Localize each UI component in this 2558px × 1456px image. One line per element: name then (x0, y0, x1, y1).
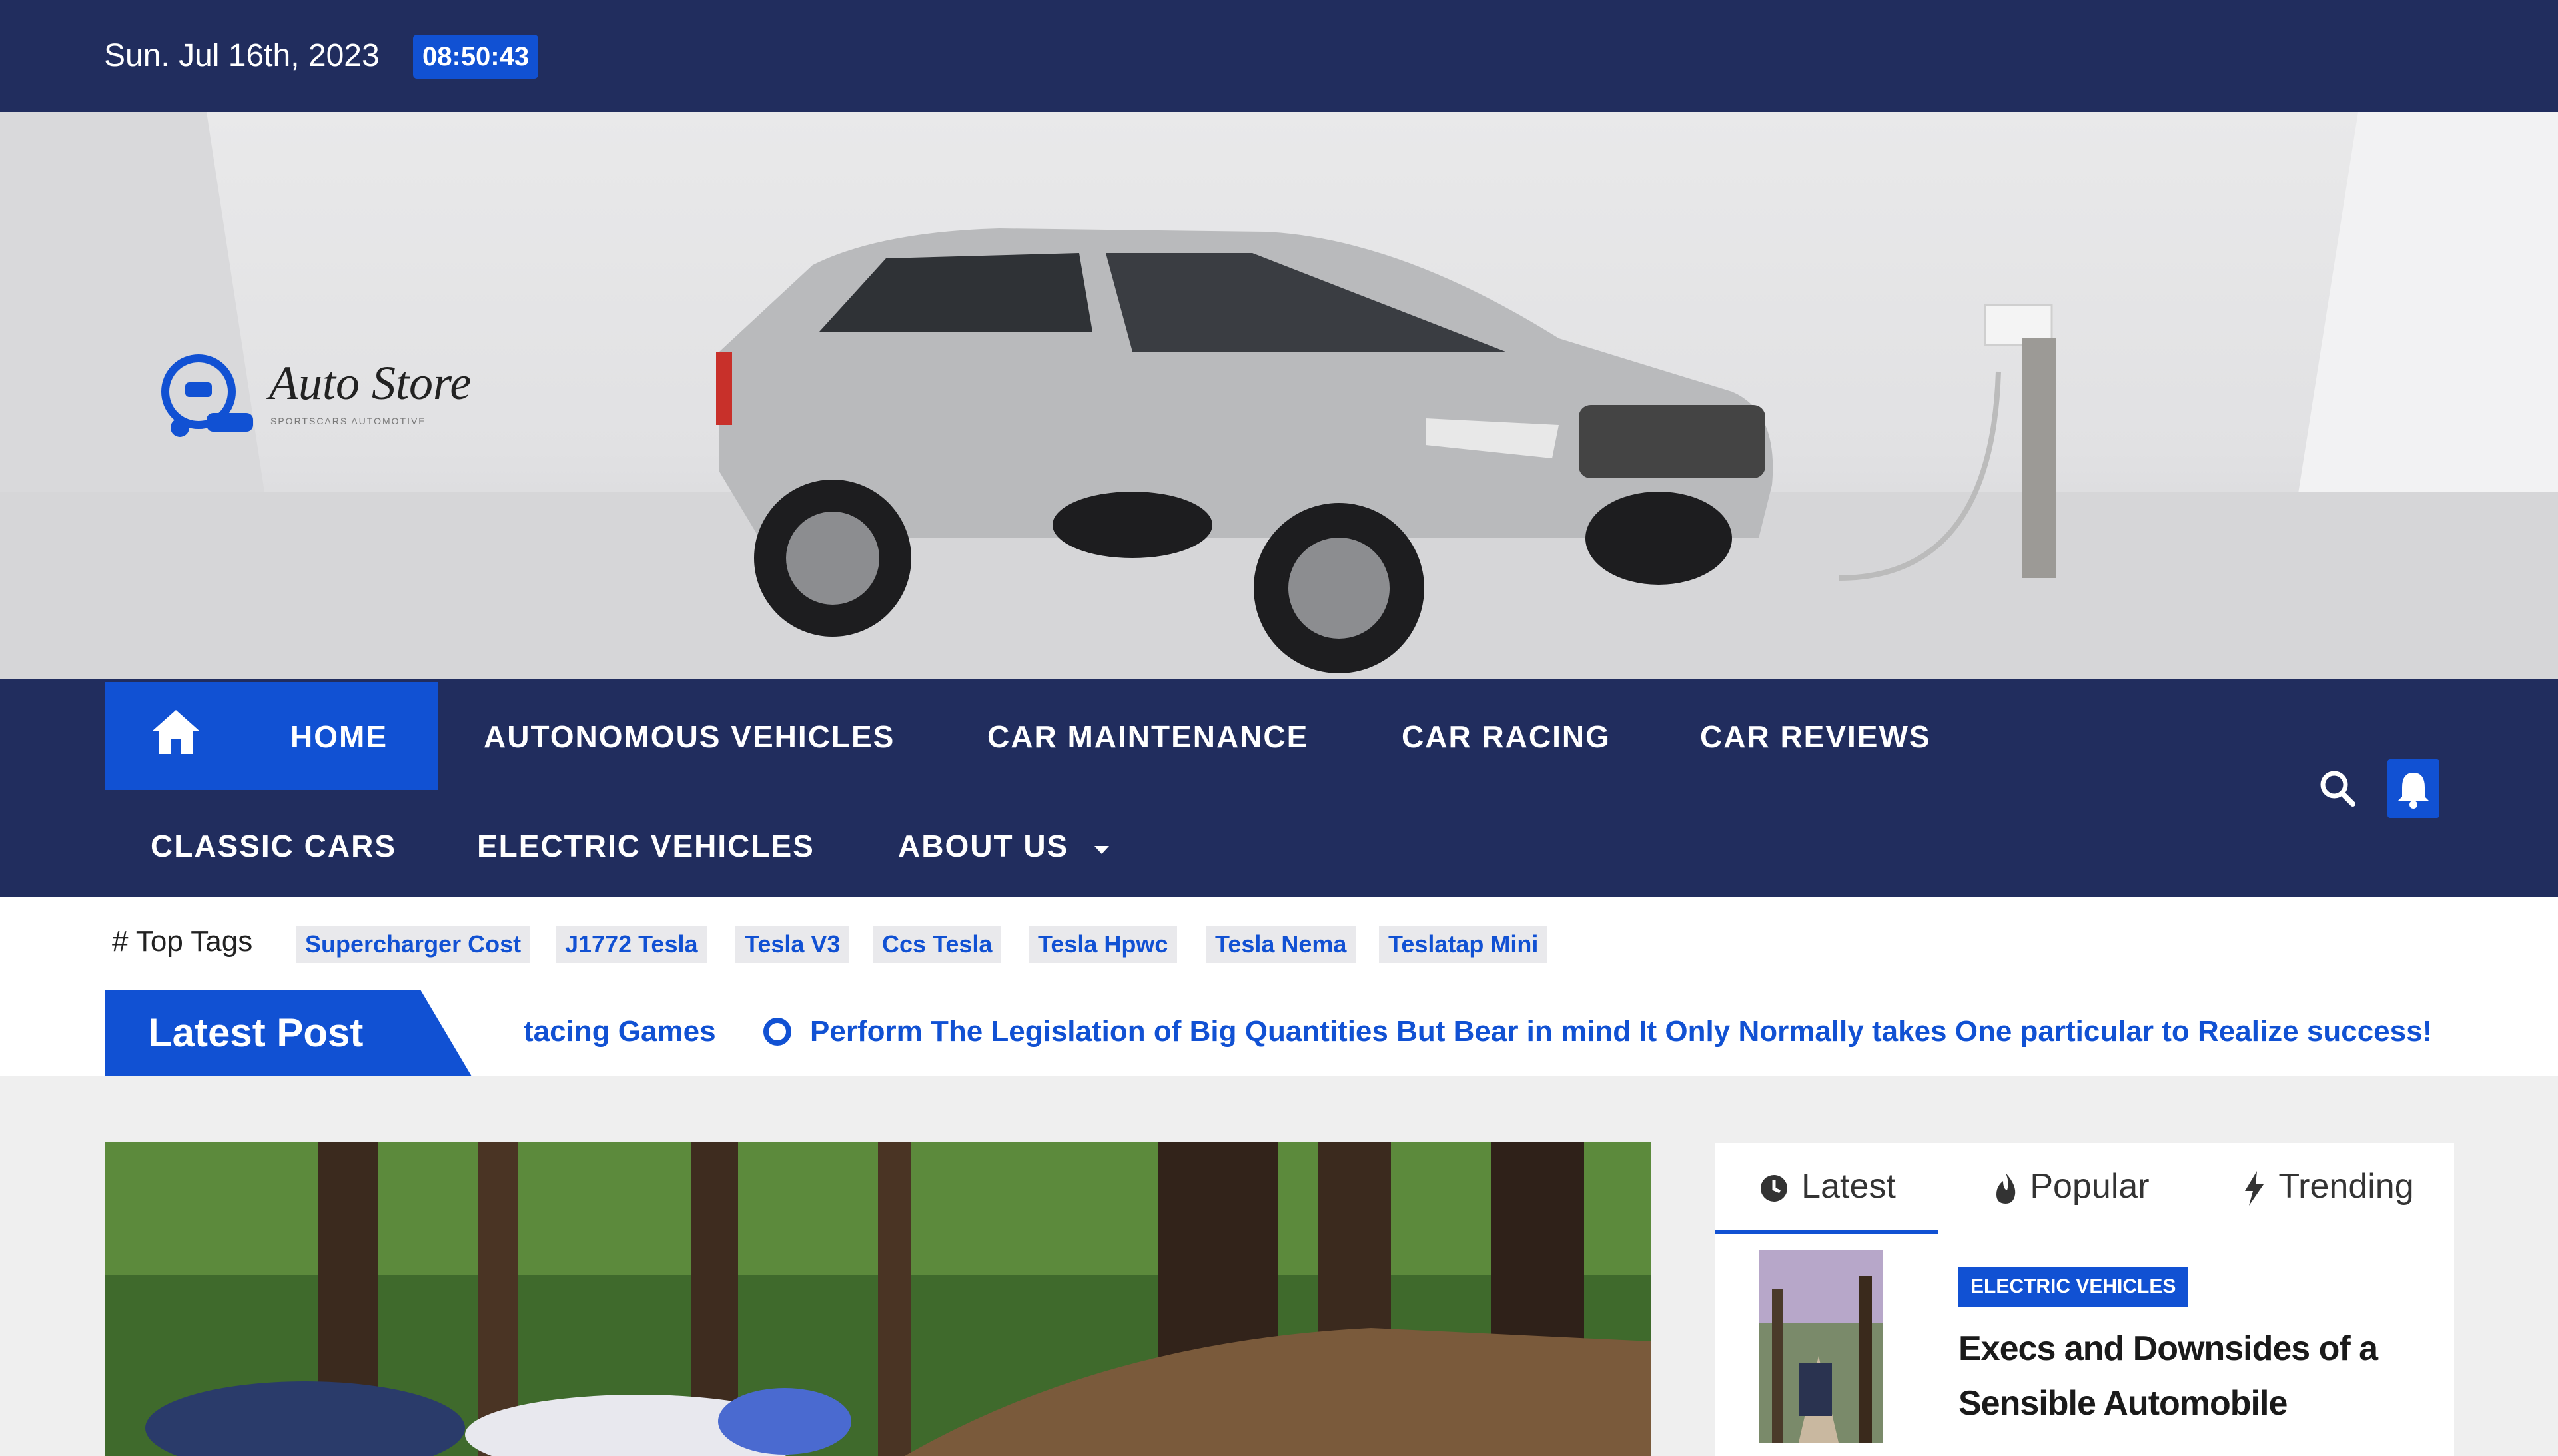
nav-item-car-maintenance[interactable]: CAR MAINTENANCE (987, 682, 1308, 791)
bolt-icon (2245, 1171, 2264, 1206)
bell-icon (2398, 773, 2429, 809)
tag-ccs-tesla[interactable]: Ccs Tesla (873, 926, 1002, 963)
current-date: Sun. Jul 16th, 2023 (104, 38, 380, 73)
ticker-item[interactable]: tacing Games (524, 1010, 716, 1054)
caret-down-icon (1094, 846, 1110, 854)
nav-item-car-racing[interactable]: CAR RACING (1402, 682, 1611, 791)
nav-item-about-us[interactable]: ABOUT US (898, 791, 1112, 901)
sidebar-tabs-widget: Latest Popular Trending ELECTRIC VEHICLE… (1715, 1143, 2454, 1456)
post-category-badge[interactable]: ELECTRIC VEHICLES (1958, 1267, 2188, 1307)
nav-item-classic-cars[interactable]: CLASSIC CARS (151, 791, 396, 901)
home-icon (152, 710, 200, 754)
site-title: Auto Store (269, 356, 472, 410)
sidebar-post-title[interactable]: Execs and Downsides of a Sensible Automo… (1958, 1321, 2418, 1431)
nav-home-label: HOME (290, 719, 388, 754)
forest-photo (105, 1142, 1651, 1456)
top-tags-bar: # Top Tags Supercharger Cost J1772 Tesla… (0, 897, 2558, 988)
tag-supercharger-cost[interactable]: Supercharger Cost (296, 926, 531, 963)
tab-trending-label: Trending (2278, 1167, 2414, 1206)
main-navigation: HOME AUTONOMOUS VEHICLES CAR MAINTENANCE… (0, 679, 2558, 897)
tab-latest-label: Latest (1801, 1167, 1896, 1206)
top-bar: Sun. Jul 16th, 2023 08:50:43 (0, 0, 2558, 112)
tag-tesla-nema[interactable]: Tesla Nema (1206, 926, 1356, 963)
clock-icon (1761, 1175, 1788, 1202)
fire-icon (1996, 1173, 2016, 1204)
tag-tesla-v3[interactable]: Tesla V3 (735, 926, 850, 963)
latest-post-ticker: Latest Post tacing Games Perform The Leg… (0, 988, 2558, 1076)
post-thumbnail[interactable] (1759, 1250, 1883, 1443)
nav-item-autonomous-vehicles[interactable]: AUTONOMOUS VEHICLES (484, 682, 895, 791)
site-tagline: SPORTSCARS AUTOMOTIVE (270, 416, 426, 426)
nav-item-car-reviews[interactable]: CAR REVIEWS (1700, 682, 1931, 791)
tab-popular[interactable]: Popular (1948, 1143, 2194, 1230)
ticker-item[interactable]: Perform The Legislation of Big Quantitie… (810, 1010, 2432, 1054)
tab-trending[interactable]: Trending (2201, 1143, 2454, 1230)
current-time-badge: 08:50:43 (413, 35, 539, 79)
hash-icon: # (112, 925, 129, 958)
site-logo[interactable]: Auto Store SPORTSCARS AUTOMOTIVE (156, 349, 489, 449)
top-tags-heading: # Top Tags (112, 922, 252, 962)
tag-tesla-hpwc[interactable]: Tesla Hpwc (1029, 926, 1178, 963)
featured-post-image[interactable] (105, 1142, 1651, 1456)
tab-latest[interactable]: Latest (1715, 1143, 1938, 1234)
circle-icon (763, 1018, 791, 1046)
search-icon (2320, 771, 2355, 807)
nav-about-us-label: ABOUT US (898, 829, 1069, 863)
latest-post-label: Latest Post (148, 1010, 364, 1055)
logo-icon (161, 354, 253, 437)
nav-item-electric-vehicles[interactable]: ELECTRIC VEHICLES (477, 791, 815, 901)
search-button[interactable] (2312, 758, 2363, 817)
nav-item-home[interactable]: HOME (105, 682, 438, 790)
tag-j1772-tesla[interactable]: J1772 Tesla (556, 926, 707, 963)
notification-button[interactable] (2387, 759, 2439, 818)
top-tags-label: Top Tags (135, 925, 253, 958)
tab-popular-label: Popular (2030, 1167, 2150, 1206)
tag-teslatap-mini[interactable]: Teslatap Mini (1379, 926, 1548, 963)
latest-post-label-box: Latest Post (105, 990, 472, 1076)
header-banner: Auto Store SPORTSCARS AUTOMOTIVE (0, 112, 2558, 679)
